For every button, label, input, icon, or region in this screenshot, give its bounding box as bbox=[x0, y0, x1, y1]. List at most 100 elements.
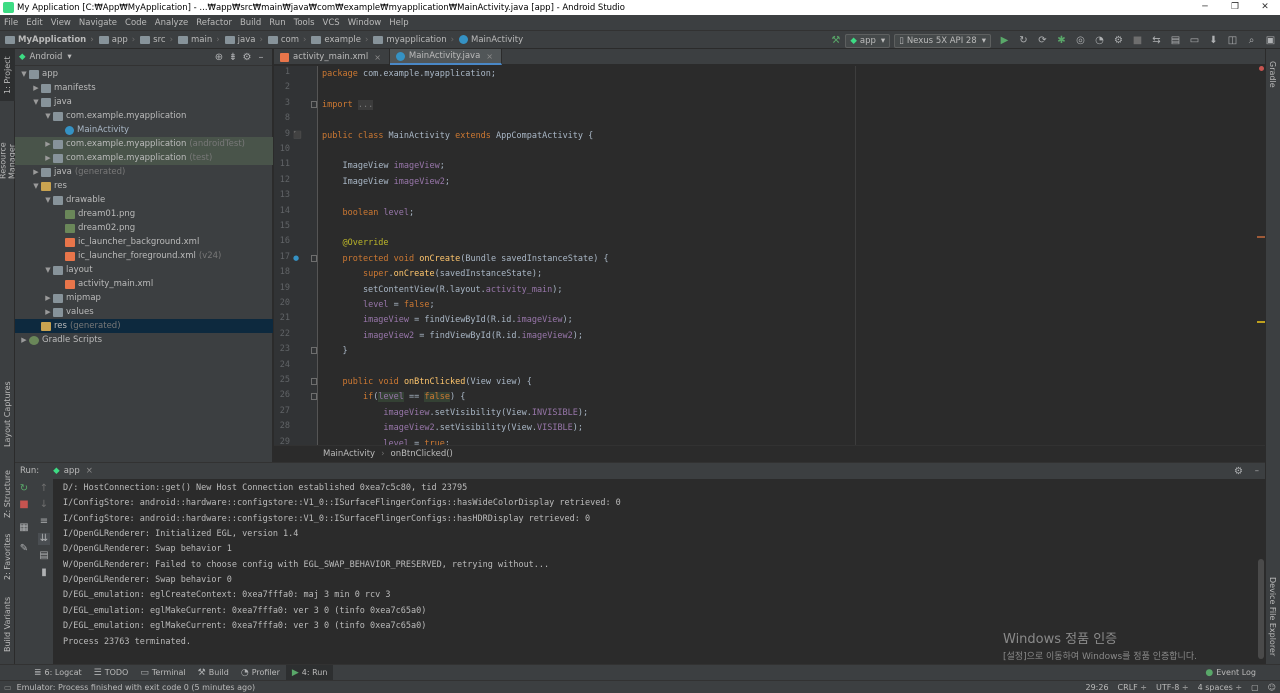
tab-project[interactable]: 1: Project bbox=[0, 49, 15, 101]
tree-item[interactable]: ▼ layout bbox=[15, 263, 273, 277]
status-message[interactable]: Emulator: Process finished with exit cod… bbox=[17, 683, 256, 692]
tab-gradle[interactable]: Gradle bbox=[1265, 54, 1280, 94]
debug-icon[interactable]: ✱ bbox=[1055, 34, 1069, 48]
tab-profiler[interactable]: ◔ Profiler bbox=[235, 665, 286, 681]
console-scrollbar[interactable] bbox=[1257, 479, 1265, 664]
code-line[interactable]: @Override bbox=[322, 236, 388, 251]
code-line[interactable]: import ... bbox=[322, 98, 374, 113]
tree-item[interactable]: ▶ values bbox=[15, 305, 273, 319]
chevron-right-icon[interactable]: ▶ bbox=[43, 308, 53, 316]
breadcrumb-example[interactable]: example › bbox=[306, 35, 368, 45]
avd-manager-icon[interactable]: ▭ bbox=[1188, 34, 1202, 48]
tree-item[interactable]: ▼ java bbox=[15, 95, 273, 109]
stop-icon[interactable]: ■ bbox=[18, 499, 30, 511]
tree-item[interactable]: ▶ com.example.myapplication (androidTest) bbox=[15, 137, 273, 151]
tab-build-variants[interactable]: Build Variants bbox=[0, 594, 15, 654]
menu-code[interactable]: Code bbox=[121, 18, 151, 28]
tab-mainactivity-java[interactable]: MainActivity.java × bbox=[389, 49, 502, 65]
line-separator[interactable]: CRLF ÷ bbox=[1118, 683, 1147, 692]
search-icon[interactable]: ⌕ bbox=[1245, 34, 1259, 48]
menu-window[interactable]: Window bbox=[344, 18, 386, 28]
profile-icon[interactable]: ◔ bbox=[1093, 34, 1107, 48]
print-icon[interactable]: ▤ bbox=[38, 550, 50, 562]
chevron-right-icon[interactable]: ▶ bbox=[43, 294, 53, 302]
run-config-select[interactable]: ◆ app ▾ bbox=[845, 33, 891, 48]
code-line[interactable]: level = false; bbox=[322, 298, 435, 313]
menu-build[interactable]: Build bbox=[236, 18, 265, 28]
tree-item[interactable]: ▶ mipmap bbox=[15, 291, 273, 305]
breadcrumb-project[interactable]: MyApplication › bbox=[0, 35, 94, 45]
code-line[interactable]: } bbox=[322, 344, 347, 359]
tab-event-log[interactable]: ● Event Log bbox=[1199, 665, 1262, 681]
sync-icon[interactable]: ⇆ bbox=[1150, 34, 1164, 48]
code-line[interactable]: super.onCreate(savedInstanceState); bbox=[322, 267, 542, 282]
code-line[interactable]: imageView = findViewById(R.id.imageView)… bbox=[322, 313, 573, 328]
locate-icon[interactable]: ⊕ bbox=[212, 52, 226, 63]
code-line[interactable]: ImageView imageView; bbox=[322, 159, 444, 174]
chevron-down-icon[interactable]: ▼ bbox=[31, 182, 41, 190]
indent-setting[interactable]: 4 spaces ÷ bbox=[1198, 683, 1243, 692]
code-line[interactable]: imageView2 = findViewById(R.id.imageView… bbox=[322, 329, 583, 344]
down-arrow-icon[interactable]: ↓ bbox=[38, 499, 50, 511]
chevron-right-icon[interactable]: ▶ bbox=[43, 140, 53, 148]
tree-item[interactable]: ▼ drawable bbox=[15, 193, 273, 207]
close-tab-icon[interactable]: × bbox=[486, 52, 493, 61]
menu-refactor[interactable]: Refactor bbox=[192, 18, 236, 28]
tab-build[interactable]: ⚒ Build bbox=[192, 665, 235, 681]
menu-edit[interactable]: Edit bbox=[22, 18, 46, 28]
tree-item[interactable]: dream01.png bbox=[15, 207, 273, 221]
chevron-down-icon[interactable]: ▾ bbox=[67, 52, 71, 62]
fold-marker-icon[interactable] bbox=[311, 393, 317, 401]
tab-layout-captures[interactable]: Layout Captures bbox=[0, 379, 15, 449]
menu-view[interactable]: View bbox=[47, 18, 75, 28]
menu-help[interactable]: Help bbox=[385, 18, 412, 28]
menu-analyze[interactable]: Analyze bbox=[151, 18, 193, 28]
tree-item[interactable]: MainActivity bbox=[15, 123, 273, 137]
tree-item[interactable]: activity_main.xml bbox=[15, 277, 273, 291]
menu-file[interactable]: File bbox=[0, 18, 22, 28]
tab-device-file-explorer[interactable]: Device File Explorer bbox=[1265, 577, 1280, 657]
up-arrow-icon[interactable]: ↑ bbox=[38, 483, 50, 495]
coverage-icon[interactable]: ◎ bbox=[1074, 34, 1088, 48]
collapse-all-icon[interactable]: ⇟ bbox=[226, 52, 240, 63]
inherited-class-icon[interactable]: ⬛ bbox=[293, 131, 302, 139]
chevron-down-icon[interactable]: ▼ bbox=[19, 70, 29, 78]
chevron-right-icon[interactable]: ▶ bbox=[31, 84, 41, 92]
chevron-down-icon[interactable]: ▼ bbox=[43, 196, 53, 204]
override-method-icon[interactable]: ● bbox=[293, 254, 299, 262]
trash-icon[interactable]: ▮ bbox=[38, 567, 50, 579]
tree-item[interactable]: res (generated) bbox=[15, 319, 273, 333]
code-line[interactable]: boolean level; bbox=[322, 206, 414, 221]
tab-terminal[interactable]: ▭ Terminal bbox=[134, 665, 191, 681]
maximize-button[interactable]: ❐ bbox=[1220, 0, 1250, 15]
menu-vcs[interactable]: VCS bbox=[319, 18, 344, 28]
tab-activity-main-xml[interactable]: activity_main.xml × bbox=[274, 49, 390, 65]
tab-structure[interactable]: Z: Structure bbox=[0, 467, 15, 522]
code-line[interactable]: package com.example.myapplication; bbox=[322, 67, 496, 82]
breadcrumb-src[interactable]: src › bbox=[135, 35, 173, 45]
tree-item[interactable]: ic_launcher_foreground.xml (v24) bbox=[15, 249, 273, 263]
code-line[interactable]: ImageView imageView2; bbox=[322, 175, 450, 190]
code-line[interactable]: public void onBtnClicked(View view) { bbox=[322, 375, 531, 390]
lock-icon[interactable]: ▢ bbox=[1251, 683, 1259, 692]
caret-position[interactable]: 29:26 bbox=[1085, 683, 1108, 692]
device-select[interactable]: ▯ Nexus 5X API 28 ▾ bbox=[894, 33, 991, 48]
tree-item[interactable]: ▶ java (generated) bbox=[15, 165, 273, 179]
code-line[interactable]: setContentView(R.layout.activity_main); bbox=[322, 283, 563, 298]
layout-inspector-icon[interactable]: ◫ bbox=[1226, 34, 1240, 48]
tab-todo[interactable]: ☰ TODO bbox=[88, 665, 135, 681]
chevron-down-icon[interactable]: ▼ bbox=[31, 98, 41, 106]
tab-run[interactable]: ▶ 4: Run bbox=[285, 664, 334, 681]
code-line[interactable]: imageView2.setVisibility(View.VISIBLE); bbox=[322, 421, 583, 436]
rerun-icon[interactable]: ↻ bbox=[18, 483, 30, 495]
code-editor[interactable]: package com.example.myapplication; import… bbox=[319, 66, 1257, 445]
inspection-indicator-icon[interactable] bbox=[1259, 66, 1264, 71]
code-line[interactable]: protected void onCreate(Bundle savedInst… bbox=[322, 252, 608, 267]
fold-marker-icon[interactable] bbox=[311, 347, 317, 355]
chevron-down-icon[interactable]: ▼ bbox=[43, 266, 53, 274]
file-encoding[interactable]: UTF-8 ÷ bbox=[1156, 683, 1189, 692]
breadcrumb-class[interactable]: MainActivity bbox=[323, 449, 375, 459]
status-icon[interactable]: ▭ bbox=[4, 683, 12, 692]
fold-marker-icon[interactable] bbox=[311, 254, 317, 262]
breadcrumb-com[interactable]: com › bbox=[263, 35, 306, 45]
